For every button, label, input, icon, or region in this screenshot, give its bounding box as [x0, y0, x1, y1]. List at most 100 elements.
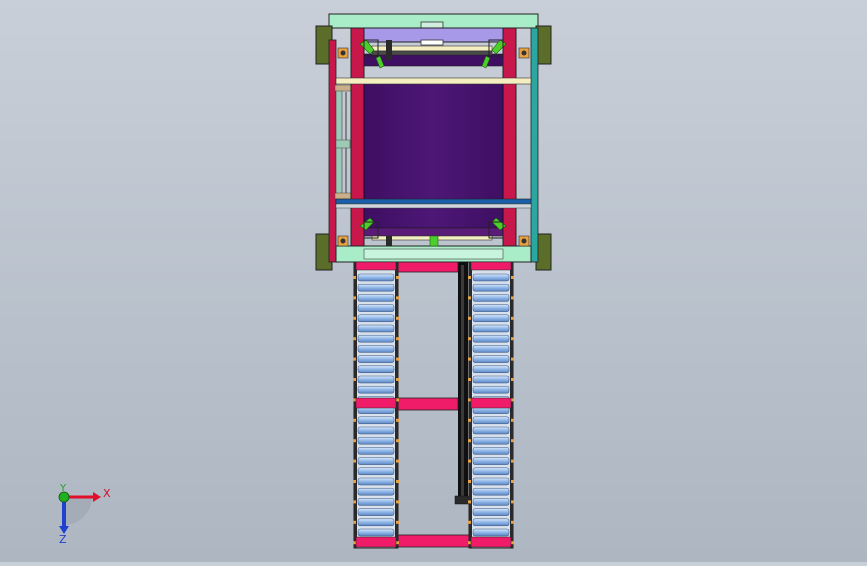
bottom-bar-dark: [363, 227, 504, 237]
conveyor-right-pin: [511, 520, 514, 524]
upper-center-post: [386, 40, 392, 60]
conveyor-assembly[interactable]: [353, 261, 514, 549]
conveyor-right-roller: [472, 447, 510, 455]
conveyor-left-roller: [357, 365, 395, 374]
conveyor-right-roller: [472, 528, 510, 537]
conveyor-right-roller: [472, 498, 510, 506]
conveyor-right-roller: [472, 375, 510, 384]
conveyor-right-pin: [468, 357, 471, 361]
conveyor-left-pin: [396, 316, 399, 320]
conveyor-left-roller: [357, 477, 395, 486]
conveyor-right-pin: [468, 316, 471, 320]
pink-crossbar-top: [397, 261, 459, 273]
conveyor-left-roller: [357, 528, 395, 537]
conveyor-right-pin: [511, 337, 514, 341]
conveyor-right-pin: [468, 337, 471, 341]
conveyor-right-pin: [511, 459, 514, 463]
conveyor-right-pin: [468, 418, 471, 422]
conveyor-left-pin: [353, 439, 356, 443]
conveyor-right-roller: [472, 345, 510, 353]
conveyor-left-pin: [396, 418, 399, 422]
conveyor-right-pin: [511, 541, 514, 545]
cream-crossbar-lower: [335, 203, 532, 209]
conveyor-right-mid-cap: [470, 397, 512, 409]
conveyor-left-pin: [396, 500, 399, 504]
conveyor-left-pin: [396, 459, 399, 463]
conveyor-left-roller: [357, 355, 395, 363]
conveyor-left-roller: [357, 314, 395, 323]
conveyor-right-pin: [468, 439, 471, 443]
conveyor-left-roller: [357, 375, 395, 384]
conveyor-right-roller: [472, 365, 510, 374]
cad-viewport[interactable]: X Y Z: [0, 0, 867, 562]
conveyor-right-pin: [468, 378, 471, 381]
orientation-triad[interactable]: X Y Z: [58, 483, 111, 546]
conveyor-left-roller: [357, 334, 395, 343]
left-bracket-upper: [334, 84, 352, 92]
conveyor-right-pin: [511, 296, 514, 300]
conveyor-left-pin: [353, 316, 356, 320]
bolt-bl: [340, 238, 346, 244]
green-clip-bottom-mid: [429, 235, 439, 247]
cream-crossbar-upper: [335, 77, 532, 85]
upper-crossbar-band: [363, 53, 504, 67]
conveyor-right-roller: [472, 314, 510, 323]
x-axis-label: X: [103, 487, 111, 500]
conveyor-left-end-cap-bottom: [355, 536, 397, 548]
conveyor-right-pin: [468, 276, 471, 279]
conveyor-left-pin: [396, 439, 399, 443]
conveyor-left-roller: [357, 447, 395, 455]
conveyor-left-roller: [357, 467, 395, 476]
conveyor-right-roller: [472, 487, 510, 496]
conveyor-right-roller: [472, 457, 510, 465]
bolt-tl: [340, 50, 346, 56]
conveyor-right-roller: [472, 436, 510, 445]
conveyor-left-roller: [357, 457, 395, 465]
conveyor-right-pin: [468, 459, 471, 463]
conveyor-left-pin: [353, 480, 356, 483]
conveyor-left-mid-cap: [355, 397, 397, 409]
bolt-br: [521, 238, 527, 244]
cad-model-view[interactable]: X Y Z: [0, 0, 867, 562]
conveyor-right-pin: [511, 398, 514, 402]
conveyor-left-pin: [353, 276, 356, 279]
conveyor-left-pin: [353, 398, 356, 402]
conveyor-right-end-cap-top: [470, 261, 512, 271]
conveyor-left-roller: [357, 294, 395, 302]
z-axis-label: Z: [59, 533, 67, 546]
conveyor-left-roller: [357, 416, 395, 425]
conveyor-right-roller: [472, 416, 510, 425]
conveyor-left-pin: [396, 541, 399, 545]
conveyor-left-roller: [357, 345, 395, 353]
conveyor-right-end-cap-bottom: [470, 536, 512, 548]
upper-frame-assembly[interactable]: [315, 13, 552, 271]
left-mid-block: [335, 139, 351, 149]
conveyor-left-pin: [396, 276, 399, 279]
conveyor-right-roller: [472, 294, 510, 302]
blue-crossbar-mid: [335, 198, 532, 205]
conveyor-left-pin: [353, 541, 356, 545]
conveyor-left-roller: [357, 283, 395, 292]
conveyor-left-pin: [353, 500, 356, 504]
conveyor-left: [353, 261, 399, 549]
mint-beam-inset: [363, 248, 504, 260]
violet-beam-slot: [420, 39, 444, 46]
conveyor-left-roller: [357, 508, 395, 516]
conveyor-left-roller: [357, 518, 395, 527]
conveyor-left-pin: [353, 520, 356, 524]
left-bracket-lower: [334, 192, 352, 200]
conveyor-right-pin: [511, 357, 514, 361]
conveyor-right-pin: [468, 520, 471, 524]
conveyor-left-roller: [357, 385, 395, 394]
right-teal-side-frame: [530, 27, 539, 263]
conveyor-right-pin: [468, 296, 471, 300]
conveyor-left-pin: [353, 357, 356, 361]
conveyor-left-roller: [357, 436, 395, 445]
y-axis-label: Y: [59, 483, 67, 494]
conveyor-right-roller: [472, 273, 510, 282]
conveyor-right-roller: [472, 385, 510, 394]
conveyor-left-pin: [353, 418, 356, 422]
conveyor-left-pin: [396, 480, 399, 483]
conveyor-left-roller: [357, 324, 395, 333]
conveyor-left-roller: [357, 273, 395, 282]
